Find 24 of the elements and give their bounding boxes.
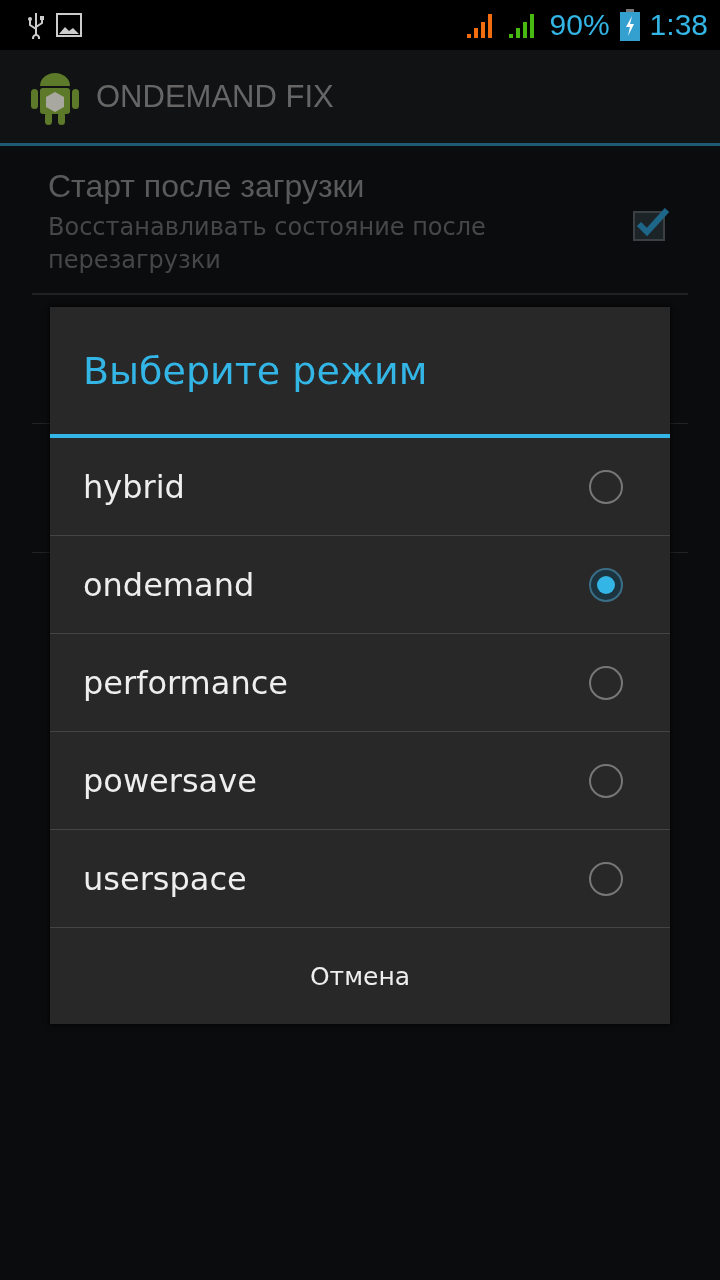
radio-button[interactable] xyxy=(588,664,624,701)
app-title: ONDEMAND FIX xyxy=(96,78,334,115)
option-label: hybrid xyxy=(83,467,185,506)
clock-time: 1:38 xyxy=(649,8,708,42)
option-label: performance xyxy=(83,663,288,702)
radio-button[interactable] xyxy=(588,860,624,897)
option-item[interactable]: ondemand xyxy=(50,536,670,634)
dialog-title: Выберите режим xyxy=(82,347,429,395)
preference-title: Старт после загрузки xyxy=(48,168,366,205)
battery-percent: 90% xyxy=(549,8,610,42)
radio-button[interactable] xyxy=(588,566,624,603)
option-label: ondemand xyxy=(83,565,255,604)
image-icon xyxy=(56,13,82,37)
option-item[interactable]: powersave xyxy=(50,732,670,830)
radio-button[interactable] xyxy=(588,762,624,799)
option-label: powersave xyxy=(83,761,257,800)
preference-summary: Восстанавливать состояние после перезагрузки xyxy=(48,212,487,276)
option-item[interactable]: performance xyxy=(50,634,670,732)
cancel-button[interactable]: Отмена xyxy=(50,928,670,1024)
radio-button[interactable] xyxy=(588,468,624,505)
battery-charging-icon xyxy=(619,9,640,41)
option-item[interactable]: hybrid xyxy=(50,438,670,536)
usb-icon xyxy=(26,11,46,39)
option-label: userspace xyxy=(83,859,247,898)
